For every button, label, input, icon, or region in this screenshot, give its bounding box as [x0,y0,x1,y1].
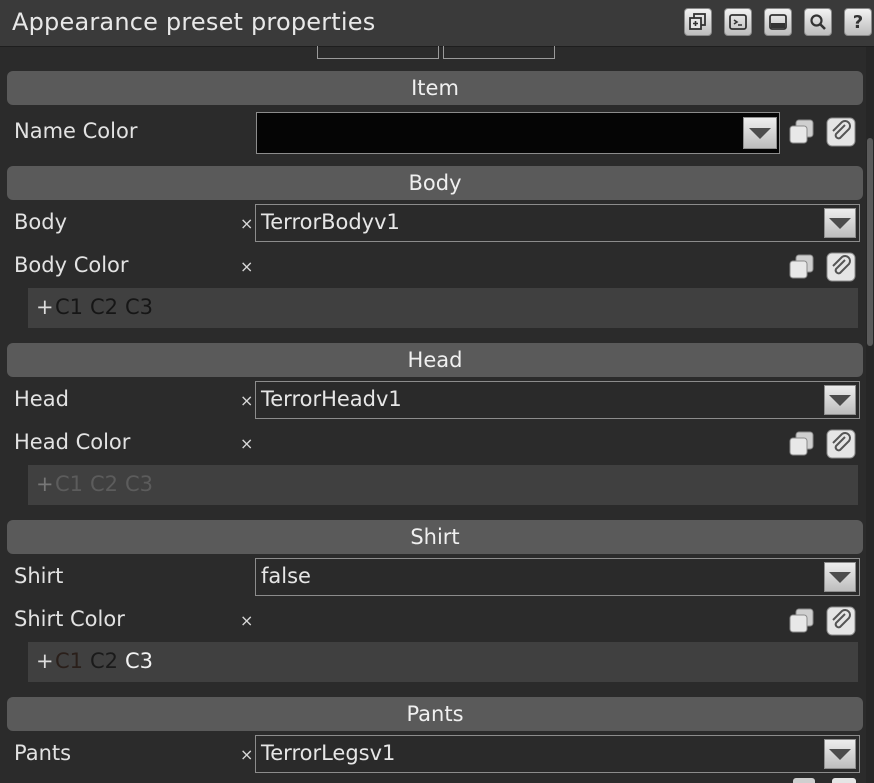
body-color-label: Body Color [14,253,129,277]
shirt-select[interactable]: false [255,558,860,596]
paperclip-icon[interactable] [826,252,856,282]
section-header-shirt[interactable]: Shirt [7,520,863,554]
name-color-dropdown-button[interactable] [743,117,777,149]
section-title: Head [407,348,463,372]
shirt-dropdown-button[interactable] [824,562,856,592]
copy-icon[interactable] [787,252,817,282]
new-window-button[interactable] [684,8,712,36]
help-icon: ? [852,11,864,33]
copy-icon[interactable] [787,429,817,459]
body-select-value: TerrorBodyv1 [261,210,400,234]
scrolled-field-fragment [317,46,439,59]
section-title: Body [408,171,462,195]
add-color-button[interactable]: + [36,295,54,319]
scrolled-field-fragment [443,46,555,59]
dock-button[interactable] [764,8,792,36]
chevron-down-icon [829,748,851,760]
copy-icon[interactable] [787,117,817,147]
paperclip-icon[interactable] [832,778,856,783]
pants-select[interactable]: TerrorLegsv1 [255,735,860,773]
scrollbar-thumb[interactable] [867,138,873,346]
section-title: Pants [406,702,464,726]
copy-icon[interactable] [793,778,815,783]
head-clear-button[interactable]: × [240,391,253,410]
body-color-bar: + C1 C2 C3 [28,288,858,328]
head-color-label: Head Color [14,430,131,454]
search-icon [810,14,826,30]
search-button[interactable] [804,8,832,36]
chevron-down-icon [829,217,851,229]
section-header-pants[interactable]: Pants [7,697,863,731]
shirt-color-bar: + C1 C2 C3 [28,642,858,682]
chevron-down-icon [749,127,771,139]
pants-dropdown-button[interactable] [824,739,856,769]
section-header-item[interactable]: Item [7,71,863,105]
color-slot-c3[interactable]: C3 [125,295,153,319]
chevron-down-icon [829,571,851,583]
color-slot-c3[interactable]: C3 [125,649,153,673]
section-header-body[interactable]: Body [7,166,863,200]
console-button[interactable] [724,8,752,36]
shirt-label: Shirt [14,564,64,588]
section-title: Shirt [410,525,460,549]
color-slot-c2[interactable]: C2 [90,472,118,496]
window-title: Appearance preset properties [12,8,376,36]
section-title: Item [411,76,459,100]
paperclip-icon[interactable] [826,606,856,636]
pants-clear-button[interactable]: × [240,745,253,764]
name-color-label: Name Color [14,119,138,143]
name-color-picker[interactable] [256,112,780,154]
head-color-clear-button[interactable]: × [240,434,253,453]
color-slot-c2[interactable]: C2 [90,295,118,319]
color-slot-c1[interactable]: C1 [55,472,83,496]
shirt-select-value: false [261,564,311,588]
color-slot-c1[interactable]: C1 [55,649,83,673]
console-icon [729,14,747,30]
chevron-down-icon [829,394,851,406]
head-label: Head [14,387,69,411]
body-clear-button[interactable]: × [240,214,253,233]
add-color-button[interactable]: + [36,472,54,496]
head-dropdown-button[interactable] [824,385,856,415]
help-button[interactable]: ? [844,8,872,36]
head-color-bar: + C1 C2 C3 [28,465,858,505]
title-bar: Appearance preset properties ? [0,0,874,47]
body-select[interactable]: TerrorBodyv1 [255,204,860,242]
body-label: Body [14,210,68,234]
color-slot-c1[interactable]: C1 [55,295,83,319]
color-slot-c2[interactable]: C2 [90,649,118,673]
color-slot-c3[interactable]: C3 [125,472,153,496]
shirt-color-label: Shirt Color [14,607,125,631]
section-header-head[interactable]: Head [7,343,863,377]
body-dropdown-button[interactable] [824,208,856,238]
head-select-value: TerrorHeadv1 [261,387,402,411]
new-window-icon [689,13,706,30]
add-color-button[interactable]: + [36,649,54,673]
dock-icon [769,14,787,30]
pants-select-value: TerrorLegsv1 [261,741,396,765]
body-color-clear-button[interactable]: × [240,257,253,276]
head-select[interactable]: TerrorHeadv1 [255,381,860,419]
pants-label: Pants [14,741,72,765]
paperclip-icon[interactable] [826,117,856,147]
shirt-color-clear-button[interactable]: × [240,611,253,630]
paperclip-icon[interactable] [826,429,856,459]
copy-icon[interactable] [787,606,817,636]
